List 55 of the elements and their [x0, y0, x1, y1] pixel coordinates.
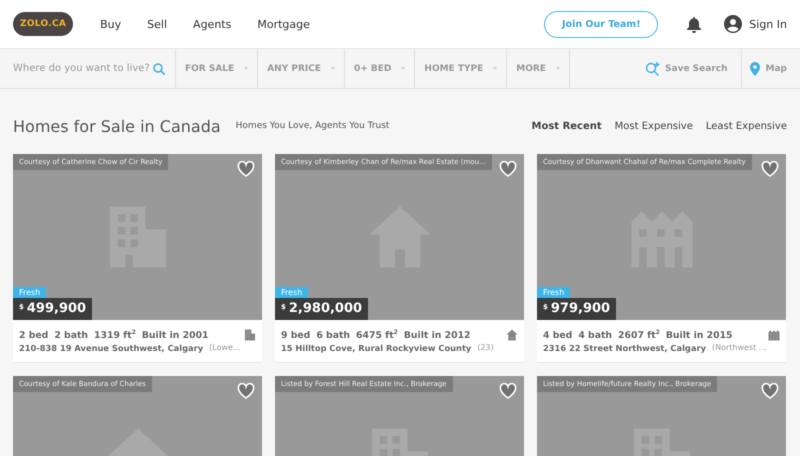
listing-stat: 4 bath	[578, 330, 612, 341]
house-icon	[506, 329, 518, 342]
listing-stat: 6 bath	[316, 330, 350, 341]
listing-stat: Built in 2012	[404, 330, 471, 341]
caret-icon	[330, 67, 335, 70]
caret-icon	[493, 67, 498, 70]
logo[interactable]: ZOLO.CA	[13, 12, 74, 36]
heart-icon[interactable]	[237, 383, 255, 400]
page-title: Homes for Sale in Canada	[13, 116, 221, 136]
fresh-badge: Fresh	[13, 287, 46, 298]
listing-stat: 1319 ft$^{2}$	[94, 329, 136, 342]
account-icon	[724, 15, 742, 33]
sort-option[interactable]: Least Expensive	[706, 120, 787, 132]
building-icon	[244, 329, 256, 342]
sort-option[interactable]: Most Expensive	[614, 120, 693, 132]
listing-stat: 4 bed	[543, 330, 572, 341]
sort-option[interactable]: Most Recent	[532, 120, 602, 132]
search-icon	[153, 62, 165, 74]
listing-area: (Lowe…	[209, 343, 241, 354]
nav-link[interactable]: Mortgage	[257, 18, 310, 30]
tagline: Homes You Love, Agents You Trust	[236, 121, 390, 131]
heart-icon[interactable]	[237, 161, 255, 178]
heart-icon[interactable]	[499, 383, 517, 400]
listing-address[interactable]: 2316 22 Street Northwest, Calgary	[543, 343, 706, 354]
listing-stat: Built in 2015	[666, 330, 733, 341]
listing-stat: 2 bath	[54, 330, 88, 341]
search-plus-icon	[645, 61, 660, 76]
listing-stat: Built in 2001	[142, 330, 209, 341]
heart-icon[interactable]	[499, 161, 517, 178]
fresh-badge: Fresh	[275, 287, 308, 298]
listing-stat: 6475 ft$^{2}$	[356, 329, 398, 342]
listing-stat: 2 bed	[19, 330, 48, 341]
listing-stat: 2607 ft$^{2}$	[618, 329, 660, 342]
location-search-field[interactable]: Where do you want to live?	[13, 63, 149, 74]
caret-icon	[556, 67, 560, 70]
caret-icon	[401, 67, 406, 70]
price: 499,900	[26, 301, 86, 316]
nav-link[interactable]: Sell	[147, 18, 168, 30]
listing-address[interactable]: 15 Hilltop Cove, Rural Rockyview County	[281, 343, 472, 354]
listing-stat: 9 bed	[281, 330, 310, 341]
listing-area: (Northwest …	[712, 343, 767, 354]
price: 2,980,000	[288, 301, 362, 316]
listing-area: (23)	[477, 343, 494, 354]
price: 979,900	[550, 301, 610, 316]
notification-bell-icon[interactable]	[686, 16, 702, 32]
townhouse-icon	[768, 329, 780, 342]
fresh-badge: Fresh	[537, 287, 570, 298]
heart-icon[interactable]	[761, 383, 779, 400]
heart-icon[interactable]	[761, 161, 779, 178]
caret-icon	[244, 67, 248, 70]
nav-link[interactable]: Agents	[193, 18, 232, 30]
nav-link[interactable]: Buy	[100, 18, 122, 30]
listing-address[interactable]: 210-838 19 Avenue Southwest, Calgary	[19, 343, 204, 354]
map-pin-icon	[750, 62, 760, 76]
sign-in-link[interactable]: Sign In	[724, 15, 787, 33]
